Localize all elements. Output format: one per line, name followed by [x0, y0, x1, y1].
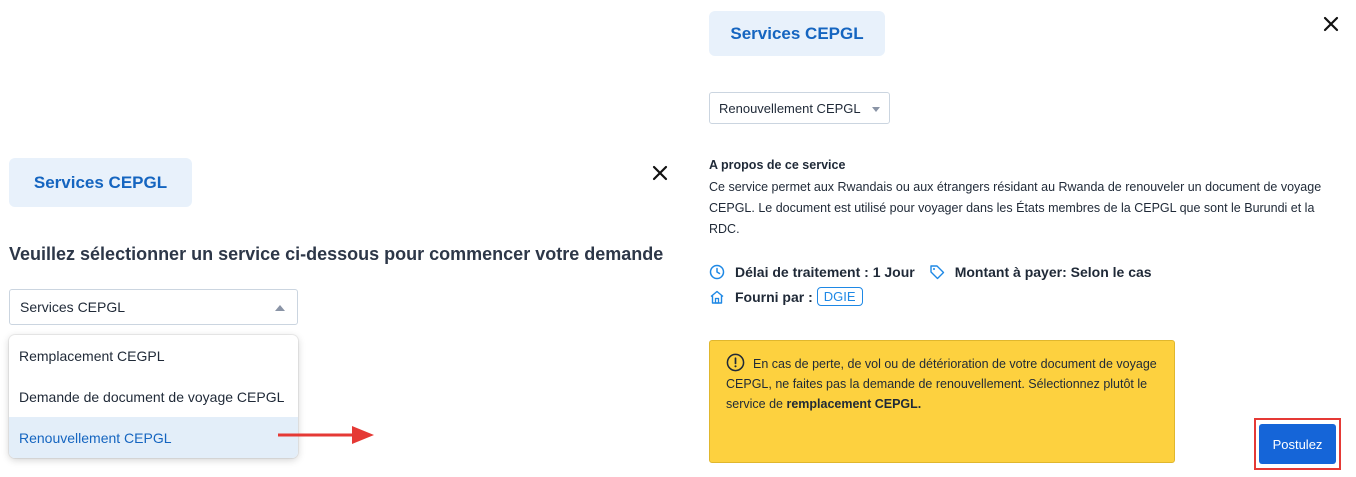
service-meta-row: Délai de traitement : 1 Jour Montant à p… [709, 264, 1152, 280]
provider-tag: DGIE [816, 287, 863, 306]
provided-by-label: Fourni par : [735, 288, 813, 305]
close-icon[interactable] [649, 162, 671, 184]
processing-time: Délai de traitement : 1 Jour [735, 264, 915, 280]
alert-bold-text: remplacement CEPGL. [786, 397, 922, 411]
service-select-value: Renouvellement CEPGL [719, 100, 861, 116]
warning-icon [726, 353, 745, 372]
right-panel-title: Services CEPGL [709, 11, 885, 56]
service-category-select-value: Services CEPGL [20, 299, 126, 315]
about-service-title: A propos de ce service [709, 158, 846, 172]
provider-row: Fourni par : DGIE [709, 287, 863, 306]
tag-icon [930, 265, 944, 280]
close-icon[interactable] [1320, 13, 1342, 35]
home-icon [710, 290, 724, 304]
apply-button[interactable]: Postulez [1259, 424, 1336, 464]
about-service-description: Ce service permet aux Rwandais ou aux ét… [709, 180, 1322, 236]
chevron-down-icon [872, 107, 880, 112]
chevron-up-icon [275, 305, 285, 311]
apply-highlight: Postulez [1254, 418, 1341, 470]
service-select[interactable]: Renouvellement CEPGL [709, 92, 890, 124]
clock-icon [709, 264, 725, 280]
service-select-heading: Veuillez sélectionner un service ci-dess… [9, 244, 664, 264]
dropdown-option-replacement[interactable]: Remplacement CEGPL [9, 335, 298, 376]
annotation-arrow-icon [278, 426, 374, 444]
service-dropdown-menu: Remplacement CEGPL Demande de document d… [9, 335, 298, 458]
dropdown-option-renewal[interactable]: Renouvellement CEPGL [9, 417, 298, 458]
amount-to-pay: Montant à payer: Selon le cas [954, 264, 1152, 280]
left-panel-title: Services CEPGL [9, 158, 192, 207]
service-category-select[interactable]: Services CEPGL [9, 289, 298, 325]
dropdown-option-travel-document[interactable]: Demande de document de voyage CEPGL [9, 376, 298, 417]
warning-alert: En cas de perte, de vol ou de détériorat… [709, 340, 1175, 463]
